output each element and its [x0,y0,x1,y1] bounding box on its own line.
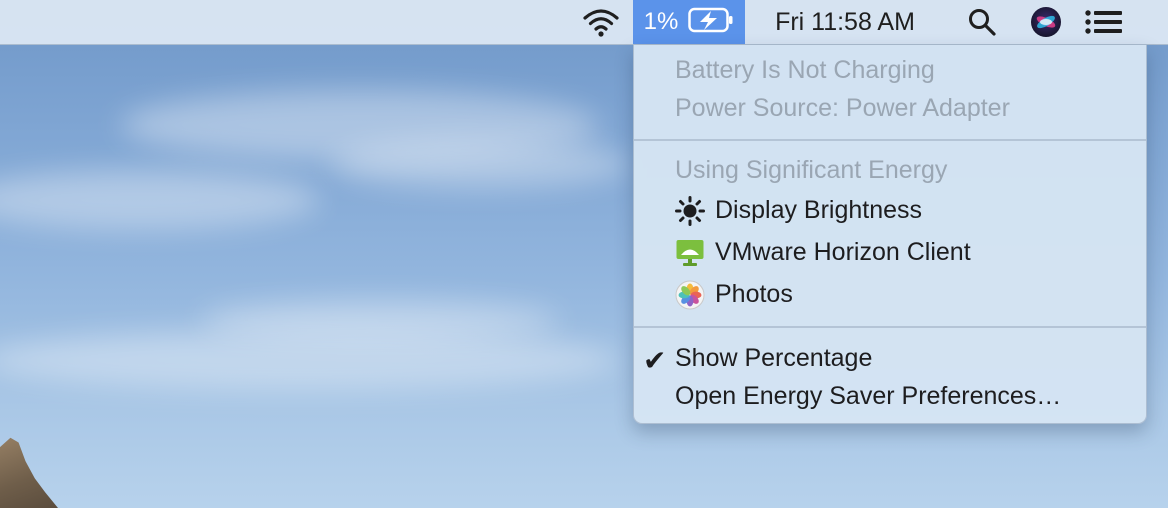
brightness-icon [675,196,705,226]
notification-center-icon[interactable] [1082,0,1126,44]
open-energy-saver-preferences-item[interactable]: Open Energy Saver Preferences… [675,378,1061,414]
wifi-icon[interactable] [578,0,624,44]
energy-header: Using Significant Energy [675,156,948,184]
battery-menu-extra[interactable]: 1% [633,0,745,44]
search-icon[interactable] [960,0,1004,44]
energy-app-photos[interactable]: Photos [715,276,793,312]
battery-dropdown-menu: Battery Is Not Charging Power Source: Po… [633,45,1147,424]
power-source-label: Power Source: Power Adapter [675,94,1010,122]
siri-icon[interactable] [1026,0,1066,44]
show-percentage-item[interactable]: Show Percentage [675,340,872,376]
menu-separator [634,139,1146,141]
photos-icon [675,280,705,310]
vmware-horizon-icon [675,238,705,268]
menu-bar: 1% Fri 11:58 AM [0,0,1168,45]
energy-app-vmware-horizon[interactable]: VMware Horizon Client [715,234,971,270]
battery-status-label: Battery Is Not Charging [675,56,935,84]
rock-formation [0,437,58,508]
checkmark-icon: ✔ [643,345,667,376]
battery-charging-icon [688,7,734,38]
menu-separator [634,326,1146,328]
battery-percent: 1% [643,8,679,35]
energy-app-display-brightness[interactable]: Display Brightness [715,192,922,228]
menubar-clock[interactable]: Fri 11:58 AM [752,0,938,44]
